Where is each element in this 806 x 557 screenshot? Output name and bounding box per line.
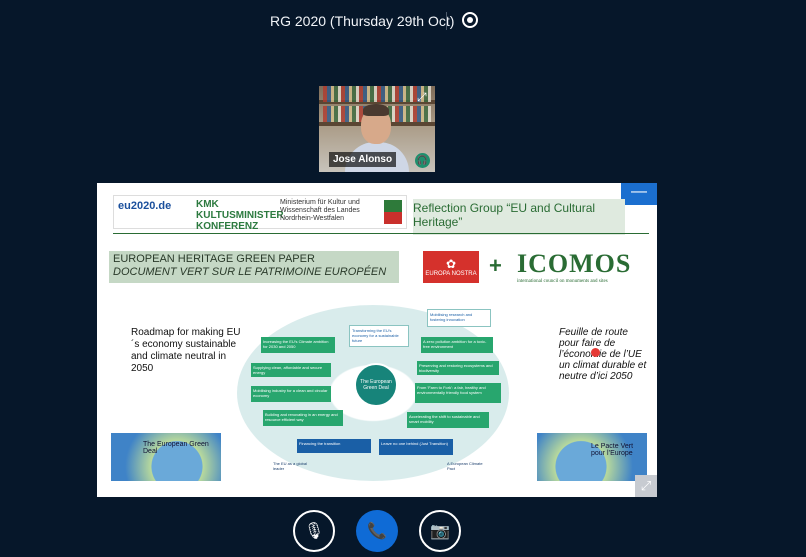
fullscreen-icon[interactable]: ⤢: [417, 90, 433, 104]
nrw-logo: Ministerium für Kultur und Wissenschaft …: [280, 199, 360, 222]
microphone-off-icon: 🎙: [303, 523, 325, 540]
europa-nostra-logo: ✿ EUROPA NOSTRA: [423, 251, 479, 283]
diagram-box: Leave no one behind (Just Transition): [379, 439, 453, 455]
top-bar: RG 2020 (Thursday 29th Oct): [0, 0, 806, 44]
mute-button[interactable]: 🎙: [293, 510, 335, 552]
expand-icon[interactable]: ⤢: [635, 475, 657, 497]
eu2020-logo: eu2020.de: [118, 200, 172, 212]
recording-icon[interactable]: [462, 12, 478, 28]
diagram-box: Building and renovating in an energy and…: [263, 410, 343, 426]
headset-icon: 🎧: [415, 153, 430, 168]
hangup-button[interactable]: 📞: [356, 510, 398, 552]
laser-pointer: [591, 348, 600, 357]
video-button[interactable]: 📷: [419, 510, 461, 552]
person-hair: [363, 104, 389, 116]
partner-logos: eu2020.de KMK KULTUSMINISTER KONFERENZ M…: [113, 195, 407, 232]
presentation-slide: — eu2020.de KMK KULTUSMINISTER KONFERENZ…: [97, 183, 657, 497]
phone-icon: 📞: [367, 523, 387, 540]
diagram-box: Mobilising industry for a clean and circ…: [251, 386, 331, 402]
diagram-box: Accelerating the shift to sustainable an…: [407, 412, 489, 428]
diagram-box: Financing the transition: [297, 439, 371, 453]
diagram-label: The EU as a global leader: [273, 461, 308, 471]
participant-video[interactable]: ⤢ Jose Alonso 🎧: [319, 86, 435, 172]
icomos-subtitle: international council on monuments and s…: [517, 279, 608, 284]
icomos-logo: ICOMOS: [517, 249, 632, 278]
green-deal-image-right: Le Pacte Vert pour l’Europe: [537, 433, 647, 481]
green-deal-caption-fr: Le Pacte Vert pour l’Europe: [591, 443, 634, 457]
reflection-group-title: Reflection Group “EU and Cultural Herita…: [413, 199, 625, 235]
green-deal-center: The European Green Deal: [354, 363, 398, 407]
feuille-text: Feuille de route pour faire de l’économi…: [559, 327, 647, 382]
books: [323, 86, 431, 102]
diagram-box: Preserving and restoring ecosystems and …: [417, 361, 499, 375]
participant-name: Jose Alonso: [329, 152, 397, 167]
green-deal-image-left: The European Green Deal: [111, 433, 221, 481]
diagram-box: Increasing the EU's Climate ambition for…: [261, 337, 335, 353]
green-paper-title-fr: DOCUMENT VERT SUR LE PATRIMOINE EUROPÉEN: [113, 266, 387, 278]
camera-off-icon: 📷: [430, 523, 450, 540]
diagram-box: From 'Farm to Fork': a fair, healthy and…: [415, 383, 501, 403]
minimize-button[interactable]: —: [621, 183, 657, 205]
divider: [446, 12, 447, 30]
europa-nostra-label: EUROPA NOSTRA: [425, 271, 477, 277]
diagram-box: Transforming the EU's economy for a sust…: [349, 325, 409, 347]
diagram-box: A zero pollution ambition for a toxic-fr…: [421, 337, 493, 353]
kmk-logo: KMK KULTUSMINISTER KONFERENZ: [196, 199, 284, 232]
meeting-title: RG 2020 (Thursday 29th Oct): [270, 13, 455, 29]
diagram-box: Mobilising research and fostering innova…: [427, 309, 491, 327]
nrw-coat-of-arms: [384, 200, 402, 224]
green-paper-title-en: EUROPEAN HERITAGE GREEN PAPER: [113, 253, 315, 265]
plus-sign: +: [489, 253, 502, 278]
green-paper-banner: EUROPEAN HERITAGE GREEN PAPER DOCUMENT V…: [109, 251, 399, 283]
divider-line: [113, 233, 649, 234]
diagram-label: A European Climate Pact: [447, 461, 483, 471]
diagram-box: Supplying clean, affordable and secure e…: [251, 363, 331, 377]
roadmap-text: Roadmap for making EU´s economy sustaina…: [131, 327, 241, 374]
green-deal-caption-en: The European Green Deal: [143, 441, 209, 455]
europa-nostra-emblem: ✿: [445, 257, 457, 271]
